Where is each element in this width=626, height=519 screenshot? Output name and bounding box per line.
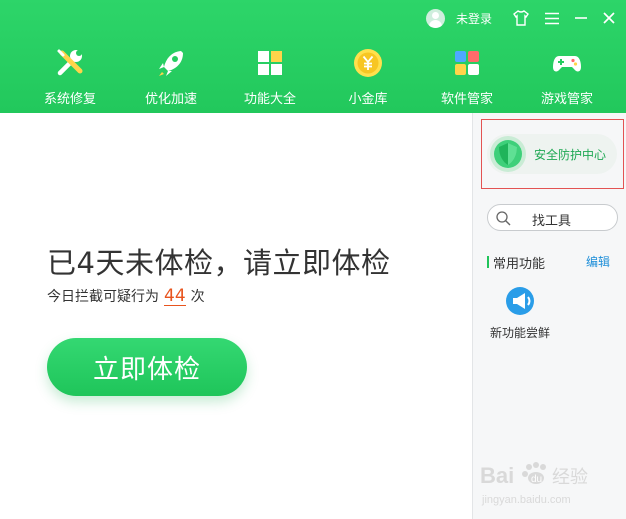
nav-label: 小金库 bbox=[348, 92, 388, 107]
nav-label: 软件管家 bbox=[440, 92, 493, 107]
search-label: 找工具 bbox=[532, 214, 572, 229]
nav-item-all-features[interactable]: 功能大全 bbox=[228, 44, 312, 108]
nav-label: 系统修复 bbox=[43, 92, 96, 107]
nav-item-vault[interactable]: 小金库 bbox=[326, 44, 410, 108]
tool-search-input[interactable]: 找工具 bbox=[487, 204, 618, 231]
nav-label: 游戏管家 bbox=[540, 92, 593, 107]
nav-label: 优化加速 bbox=[144, 92, 197, 107]
main-nav: 系统修复 优化加速 功能大全 小金库 软件管家 游戏管家 bbox=[0, 44, 626, 108]
grid-icon bbox=[254, 47, 286, 79]
checkup-headline: 已4天未体检，请立即体检 bbox=[47, 246, 391, 280]
watermark-brand: Bai bbox=[480, 463, 514, 488]
nav-label: 功能大全 bbox=[243, 92, 296, 107]
main-panel: 已4天未体检，请立即体检 今日拦截可疑行为 44 次 立即体检 bbox=[0, 113, 472, 519]
watermark-suffix: 经验 bbox=[552, 467, 588, 488]
skin-shirt-icon[interactable] bbox=[510, 6, 532, 30]
software-blocks-icon bbox=[451, 47, 483, 79]
edit-link[interactable]: 编辑 bbox=[586, 253, 610, 270]
baidu-watermark: Bai du 经验 jingyan.baidu.com bbox=[478, 455, 618, 511]
section-marker bbox=[487, 256, 489, 268]
security-center-button[interactable]: 安全防护中心 bbox=[487, 134, 617, 174]
start-checkup-button[interactable]: 立即体检 bbox=[47, 338, 247, 396]
watermark-url: jingyan.baidu.com bbox=[481, 494, 571, 506]
intercept-summary: 今日拦截可疑行为 44 次 bbox=[47, 286, 205, 306]
nav-item-software-manager[interactable]: 软件管家 bbox=[425, 44, 509, 108]
watermark-brand-du: du bbox=[531, 474, 542, 485]
yuan-coin-icon bbox=[352, 47, 384, 79]
login-text[interactable]: 未登录 bbox=[456, 10, 492, 27]
new-feature-tile[interactable]: 新功能尝鲜 bbox=[483, 285, 555, 345]
security-center-label: 安全防护中心 bbox=[534, 148, 607, 162]
megaphone-icon bbox=[504, 285, 536, 317]
new-feature-label: 新功能尝鲜 bbox=[489, 326, 550, 340]
intercept-prefix: 今日拦截可疑行为 bbox=[47, 289, 159, 305]
intercept-suffix: 次 bbox=[190, 289, 205, 305]
gamepad-icon bbox=[551, 47, 583, 79]
rocket-icon bbox=[155, 47, 187, 79]
close-icon[interactable] bbox=[598, 6, 620, 30]
wrench-screwdriver-icon bbox=[54, 47, 86, 79]
nav-item-system-repair[interactable]: 系统修复 bbox=[28, 44, 112, 108]
intercept-count[interactable]: 44 bbox=[164, 287, 186, 306]
login-area[interactable]: 未登录 bbox=[426, 7, 492, 29]
user-avatar-icon[interactable] bbox=[426, 8, 445, 28]
nav-item-optimize[interactable]: 优化加速 bbox=[129, 44, 213, 108]
nav-item-game-manager[interactable]: 游戏管家 bbox=[525, 44, 609, 108]
menu-icon[interactable] bbox=[541, 6, 563, 30]
shield-icon bbox=[489, 135, 527, 173]
search-icon bbox=[496, 211, 511, 226]
common-functions-title: 常用功能 bbox=[493, 257, 546, 272]
minimize-icon[interactable] bbox=[570, 6, 592, 30]
title-bar: 未登录 系统修复 优化加速 功能大全 小金库 软件管家 游戏管家 bbox=[0, 0, 626, 113]
